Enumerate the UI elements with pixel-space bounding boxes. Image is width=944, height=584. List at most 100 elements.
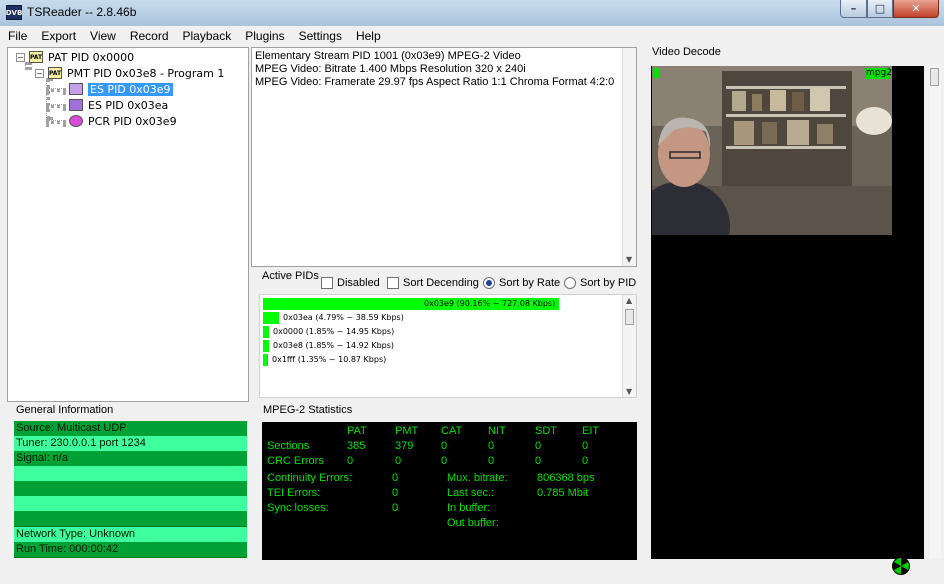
tree-node-pat[interactable]: − PAT PAT PID 0x0000 <box>16 49 134 65</box>
general-row: Tuner: 230.0.0.1 port 1234 <box>14 436 247 451</box>
collapse-icon[interactable]: − <box>35 68 44 78</box>
menu-file[interactable]: File <box>0 26 34 46</box>
sections-value: 0 <box>535 440 542 452</box>
collapse-icon[interactable]: − <box>16 52 25 62</box>
scroll-down-icon[interactable]: ▼ <box>626 387 632 396</box>
radio-circle[interactable] <box>483 277 495 289</box>
radio-circle[interactable] <box>564 277 576 289</box>
video-scrollbar[interactable] <box>929 66 941 559</box>
menu-help[interactable]: Help <box>349 26 388 46</box>
video-decode-label: Video Decode <box>652 46 721 58</box>
pid-rate-label: 0x03ea (4.79% ~ 38.59 Kbps) <box>283 313 404 322</box>
general-row <box>14 496 247 511</box>
crc-value: 0 <box>441 455 448 467</box>
sections-value: 0 <box>582 440 589 452</box>
tei-errors-label: TEI Errors: <box>267 487 321 499</box>
tei-errors-value: 0 <box>392 487 399 499</box>
menu-playback[interactable]: Playback <box>176 26 239 46</box>
pcr-icon <box>69 115 83 127</box>
close-button[interactable]: ✕ <box>893 0 939 18</box>
video-frame-image <box>652 66 892 235</box>
sort-by-rate-radio[interactable]: Sort by Rate <box>483 277 560 289</box>
radio-label: Sort by Rate <box>499 277 561 289</box>
sync-losses-label: Sync losses: <box>267 502 329 514</box>
info-scrollbar[interactable]: ▼ <box>622 48 636 266</box>
general-row <box>14 511 247 526</box>
checkbox-box[interactable] <box>387 277 399 289</box>
checkbox-box[interactable] <box>321 277 333 289</box>
crc-value: 0 <box>347 455 354 467</box>
pid-rate-label: 0x0000 (1.85% ~ 14.95 Kbps) <box>273 327 395 336</box>
tree-node-es-video[interactable]: ES PID 0x03e9 <box>69 81 173 97</box>
checkbox-label: Sort Decending <box>403 277 479 289</box>
info-line: Elementary Stream PID 1001 (0x03e9) MPEG… <box>255 50 521 62</box>
audio-es-icon <box>69 99 83 111</box>
stats-column-header: EIT <box>582 425 600 437</box>
pid-rate-label: 0x03e9 (90.16% ~ 727.08 Kbps) <box>424 299 556 308</box>
general-info-label: General Information <box>16 404 114 416</box>
crc-value: 0 <box>395 455 402 467</box>
tree-node-pmt[interactable]: − PAT PMT PID 0x03e8 - Program 1 <box>35 65 224 81</box>
minimize-button[interactable]: – <box>840 0 867 18</box>
tree-node-label: ES PID 0x03ea <box>88 98 169 112</box>
mpeg2-stats-panel: PAT PMT CAT NIT SDT EIT Sections 385 379… <box>262 422 637 560</box>
last-sec-value: 0.785 Mbit <box>537 487 589 499</box>
sections-value: 0 <box>488 440 495 452</box>
general-row <box>14 466 247 481</box>
sections-value: 379 <box>395 440 414 452</box>
menu-view[interactable]: View <box>83 26 123 46</box>
checkbox-label: Disabled <box>337 277 380 289</box>
active-pids-list[interactable]: 0x03e9 (90.16% ~ 727.08 Kbps) 0x03ea (4.7… <box>259 294 637 398</box>
pid-tree[interactable]: − PAT PAT PID 0x0000 − PAT PMT PID 0x03e… <box>7 47 249 402</box>
stats-column-header: PMT <box>395 425 419 437</box>
mux-bitrate-label: Mux. bitrate: <box>447 472 508 484</box>
pid-rate-label: 0x03e8 (1.85% ~ 14.92 Kbps) <box>273 341 395 350</box>
tree-node-label: PAT PID 0x0000 <box>48 50 135 64</box>
pat-icon: PAT <box>29 51 43 63</box>
window-title: TSReader -- 2.8.46b <box>27 5 137 19</box>
sort-by-pid-radio[interactable]: Sort by PID <box>564 277 636 289</box>
title-bar[interactable] <box>0 0 944 26</box>
general-row: Run Time: 000:00:42 <box>14 542 247 557</box>
sync-losses-value: 0 <box>392 502 399 514</box>
pids-scrollbar[interactable]: ▲ ▼ <box>622 295 636 397</box>
in-buffer-label: In buffer: <box>447 502 491 514</box>
stats-column-header: CAT <box>441 425 463 437</box>
decoded-video-frame <box>652 66 892 235</box>
tree-connector <box>46 120 66 124</box>
pid-rate-bar <box>263 340 269 352</box>
disabled-checkbox[interactable]: Disabled <box>321 277 380 289</box>
scroll-down-icon[interactable]: ▼ <box>626 255 632 264</box>
tsreader-app-icon[interactable]: DVB <box>6 5 22 20</box>
video-indicator <box>653 68 660 78</box>
tree-connector <box>46 104 66 108</box>
tree-node-es-audio[interactable]: ES PID 0x03ea <box>69 97 168 113</box>
tree-node-label: PMT PID 0x03e8 - Program 1 <box>67 66 225 80</box>
radiation-icon <box>892 557 910 575</box>
general-row: Source: Multicast UDP <box>14 421 247 436</box>
codec-badge: mpg2 <box>866 68 892 79</box>
radio-label: Sort by PID <box>580 277 637 289</box>
out-buffer-label: Out buffer: <box>447 517 499 529</box>
stream-info-text[interactable]: Elementary Stream PID 1001 (0x03e9) MPEG… <box>251 47 637 267</box>
scroll-thumb[interactable] <box>930 68 939 86</box>
pid-rate-bar <box>263 326 269 338</box>
menu-plugins[interactable]: Plugins <box>238 26 291 46</box>
tree-node-pcr[interactable]: PCR PID 0x03e9 <box>69 113 177 129</box>
sort-descending-checkbox[interactable]: Sort Decending <box>387 277 479 289</box>
tree-node-label: PCR PID 0x03e9 <box>88 114 177 128</box>
maximize-button[interactable]: □ <box>867 0 893 18</box>
menu-record[interactable]: Record <box>123 26 176 46</box>
menu-export[interactable]: Export <box>34 26 83 46</box>
scroll-up-icon[interactable]: ▲ <box>626 296 632 305</box>
general-row: Signal: n/a <box>14 451 247 466</box>
menu-settings[interactable]: Settings <box>292 26 349 46</box>
mux-bitrate-value: 806368 bps <box>537 472 595 484</box>
mpeg2-stats-label: MPEG-2 Statistics <box>263 404 353 416</box>
crc-value: 0 <box>488 455 495 467</box>
info-line: MPEG Video: Framerate 29.97 fps Aspect R… <box>255 76 615 88</box>
tree-connector <box>46 78 50 120</box>
stats-column-header: PAT <box>347 425 367 437</box>
scroll-thumb[interactable] <box>625 309 634 325</box>
stats-column-header: NIT <box>488 425 506 437</box>
